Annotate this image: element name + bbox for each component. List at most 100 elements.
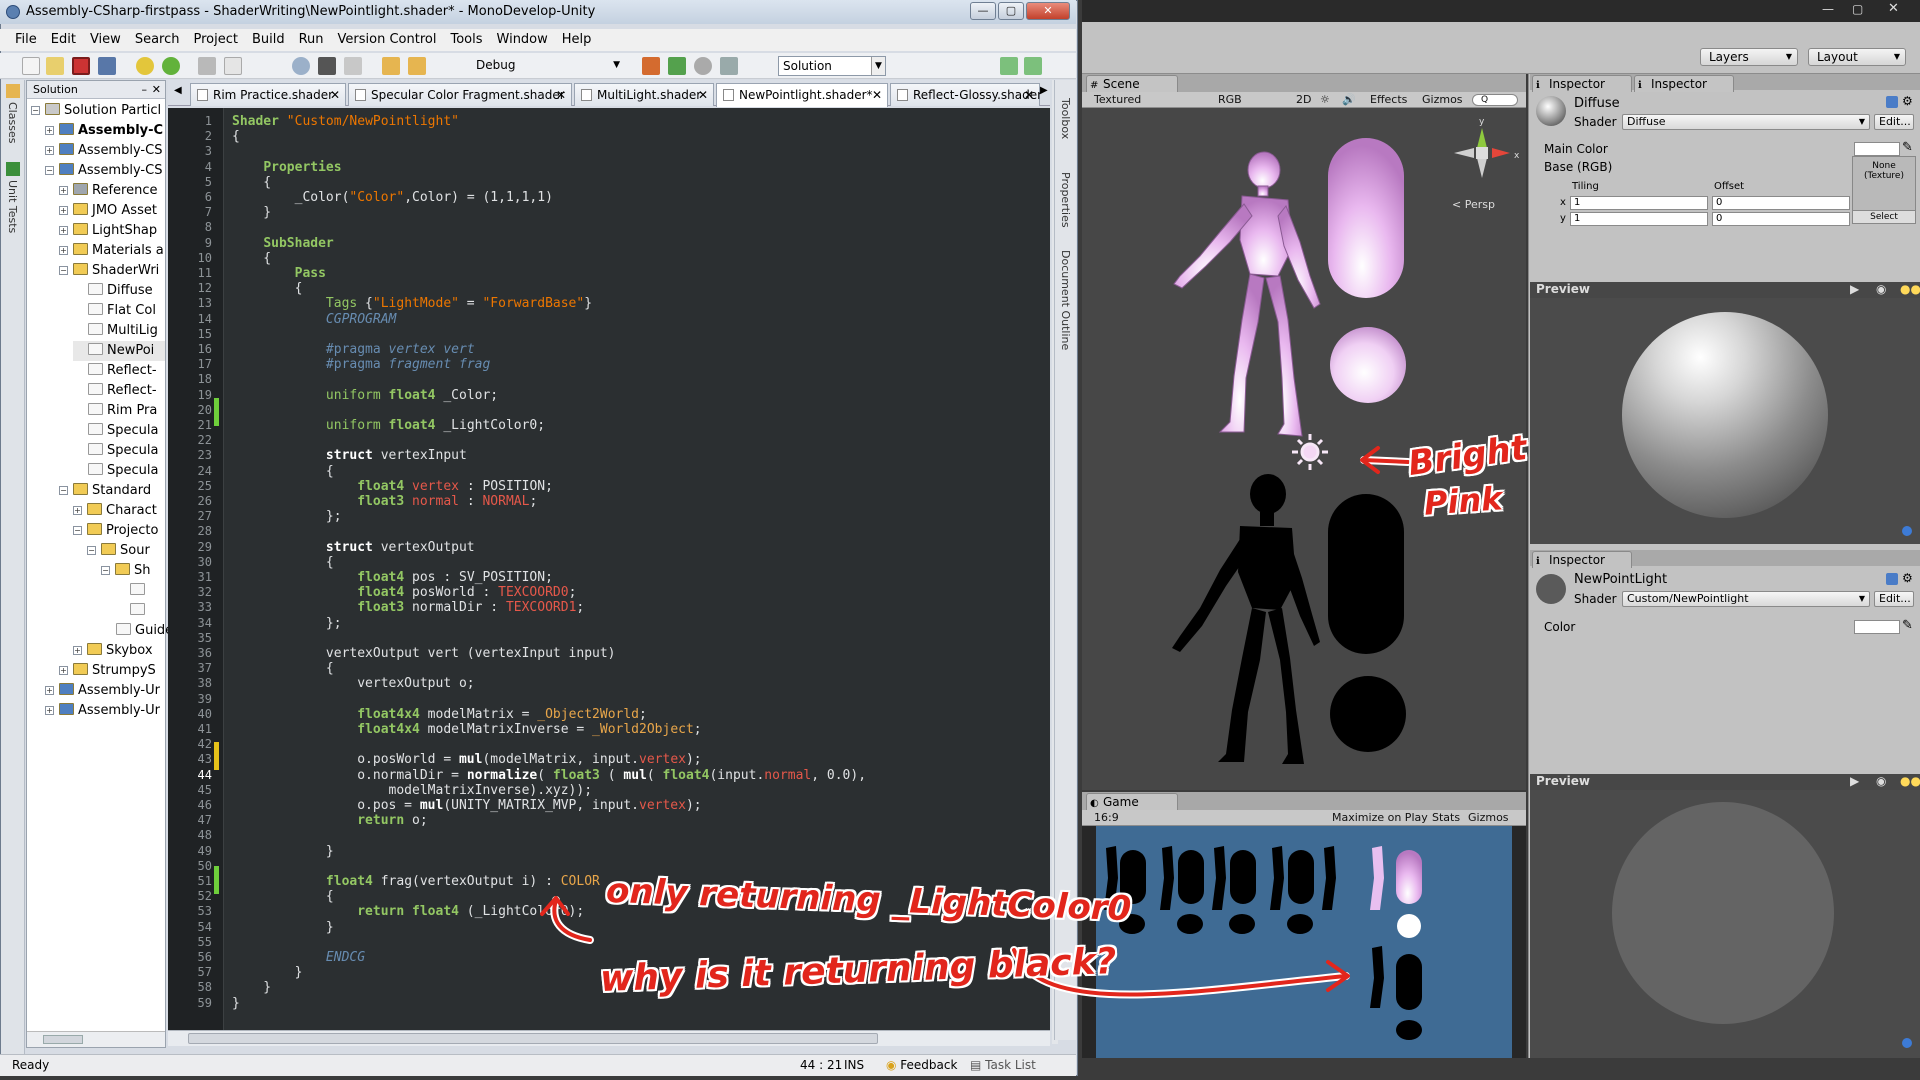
- color-mode-dropdown[interactable]: RGB: [1218, 92, 1242, 107]
- tree-item[interactable]: + JMO Asset: [59, 201, 157, 221]
- undo-icon[interactable]: [136, 57, 154, 75]
- code-line[interactable]: uniform float4 _Color;: [232, 388, 498, 403]
- code-line[interactable]: {: [232, 464, 334, 479]
- feedback-button[interactable]: ◉ Feedback: [886, 1055, 957, 1076]
- scroll-thumb[interactable]: [43, 1035, 83, 1044]
- code-line[interactable]: float3 normal : NORMAL;: [232, 494, 537, 509]
- tree-expander[interactable]: −: [87, 546, 96, 555]
- tree-item[interactable]: + StrumpyS: [59, 661, 156, 681]
- code-line[interactable]: o.posWorld = mul(modelMatrix, input.vert…: [232, 752, 701, 767]
- build-solution-icon[interactable]: [642, 57, 660, 75]
- texture-select-button[interactable]: Select: [1853, 210, 1915, 223]
- configuration-dropdown[interactable]: Debug ▼: [472, 56, 624, 76]
- code-line[interactable]: vertexOutput o;: [232, 676, 474, 691]
- solution-hscroll[interactable]: [27, 1031, 165, 1047]
- code-line[interactable]: #pragma fragment frag: [232, 357, 490, 372]
- tab-multilight-shader[interactable]: MultiLight.shader ✕: [574, 83, 714, 106]
- document-outline-pad-label[interactable]: Document Outline: [1059, 250, 1072, 350]
- copy-icon[interactable]: [224, 57, 242, 75]
- code-line[interactable]: CGPROGRAM: [232, 312, 396, 327]
- save-icon[interactable]: [72, 57, 90, 75]
- scroll-thumb[interactable]: [188, 1033, 878, 1044]
- code-line[interactable]: }: [232, 965, 303, 980]
- gear-icon[interactable]: ⚙: [1902, 571, 1913, 585]
- light-icon[interactable]: ◉: [1876, 282, 1886, 297]
- code-line[interactable]: float4x4 modelMatrix = _Object2World;: [232, 707, 647, 722]
- offset-x-field[interactable]: 0: [1712, 196, 1850, 210]
- binoculars-icon[interactable]: [318, 57, 336, 75]
- tree-item[interactable]: − Standard: [59, 481, 151, 501]
- code-line[interactable]: Shader "Custom/NewPointlight": [232, 114, 459, 129]
- tree-item[interactable]: − Projecto: [73, 521, 158, 541]
- help-icon[interactable]: [1886, 96, 1898, 108]
- tree-item[interactable]: + Assembly-CS: [45, 141, 162, 161]
- tree-item[interactable]: − ShaderWri: [59, 261, 159, 281]
- unit-tests-pad-label[interactable]: Unit Tests: [6, 180, 19, 233]
- code-line[interactable]: uniform float4 _LightColor0;: [232, 418, 545, 433]
- tree-item[interactable]: Diffuse: [73, 281, 153, 301]
- tree-item[interactable]: − Sh: [101, 561, 151, 581]
- tiling-x-field[interactable]: 1: [1570, 196, 1708, 210]
- menu-window[interactable]: Window: [490, 29, 555, 51]
- tab-scroll-left-icon[interactable]: ◀: [174, 85, 182, 96]
- code-line[interactable]: {: [232, 175, 271, 190]
- tree-expander[interactable]: +: [45, 146, 54, 155]
- preview-area[interactable]: [1530, 790, 1920, 1058]
- stats-toggle[interactable]: Stats: [1432, 810, 1460, 825]
- minimize-pad-icon[interactable]: –: [142, 81, 148, 98]
- gizmos-dropdown[interactable]: Gizmos: [1468, 810, 1509, 825]
- rebuild-icon[interactable]: [408, 57, 426, 75]
- tree-expander[interactable]: +: [59, 186, 68, 195]
- menu-tools[interactable]: Tools: [443, 29, 489, 51]
- layers-dropdown[interactable]: Layers ▼: [1700, 48, 1798, 66]
- search-icon[interactable]: [292, 57, 310, 75]
- tree-expander[interactable]: +: [59, 666, 68, 675]
- tree-item[interactable]: [115, 601, 149, 621]
- code-line[interactable]: float4 posWorld : TEXCOORD0;: [232, 585, 576, 600]
- menu-run[interactable]: Run: [292, 29, 331, 51]
- tree-expander[interactable]: +: [73, 646, 82, 655]
- maximize-on-play-toggle[interactable]: Maximize on Play: [1332, 810, 1428, 825]
- classes-pad-icon[interactable]: [6, 84, 20, 98]
- close-tab-icon[interactable]: ✕: [1024, 84, 1034, 106]
- shader-dropdown[interactable]: Diffuse ▼: [1622, 114, 1870, 130]
- maximize-button[interactable]: ▢: [1852, 2, 1863, 16]
- code-line[interactable]: Pass: [232, 266, 326, 281]
- effects-dropdown[interactable]: Effects: [1370, 92, 1407, 107]
- tree-item[interactable]: − Solution Particl: [31, 101, 161, 121]
- tab-inspector-2[interactable]: ℹ Inspector: [1634, 75, 1734, 92]
- run-icon[interactable]: [720, 57, 738, 75]
- tab-game[interactable]: ◐ Game: [1086, 793, 1178, 810]
- tree-item[interactable]: − Sour: [87, 541, 150, 561]
- tree-item[interactable]: + Charact: [73, 501, 157, 521]
- save-all-icon[interactable]: [98, 57, 116, 75]
- tree-expander[interactable]: −: [45, 166, 54, 175]
- tree-item[interactable]: Specula: [73, 421, 158, 441]
- offset-y-field[interactable]: 0: [1712, 212, 1850, 226]
- persp-label[interactable]: < Persp: [1452, 198, 1495, 211]
- orientation-gizmo[interactable]: x y: [1454, 117, 1520, 178]
- light-icon[interactable]: ◉: [1876, 774, 1886, 789]
- render-mode-dropdown[interactable]: Textured: [1094, 92, 1141, 107]
- tree-item[interactable]: [115, 581, 149, 601]
- menu-help[interactable]: Help: [555, 29, 599, 51]
- maximize-button[interactable]: ▢: [998, 2, 1024, 20]
- code-line[interactable]: };: [232, 616, 342, 631]
- new-file-icon[interactable]: [22, 57, 40, 75]
- tree-item[interactable]: Reflect-: [73, 361, 157, 381]
- code-line[interactable]: o.pos = mul(UNITY_MATRIX_MVP, input.vert…: [232, 798, 701, 813]
- tree-expander[interactable]: −: [73, 526, 82, 535]
- classes-pad-label[interactable]: Classes: [6, 102, 19, 143]
- tree-item[interactable]: MultiLig: [73, 321, 158, 341]
- gear-icon[interactable]: ⚙: [1902, 94, 1913, 108]
- aspect-dropdown[interactable]: 16:9: [1094, 810, 1119, 825]
- cut-icon[interactable]: [198, 57, 216, 75]
- gizmos-dropdown[interactable]: Gizmos: [1422, 92, 1463, 107]
- code-line[interactable]: struct vertexOutput: [232, 540, 475, 555]
- code-line[interactable]: {: [232, 251, 271, 266]
- code-line[interactable]: }: [232, 844, 334, 859]
- menu-view[interactable]: View: [83, 29, 128, 51]
- eyedropper-icon[interactable]: ✎: [1902, 140, 1913, 155]
- tab-scene[interactable]: # Scene: [1086, 75, 1178, 92]
- layout-dropdown[interactable]: Layout ▼: [1808, 48, 1906, 66]
